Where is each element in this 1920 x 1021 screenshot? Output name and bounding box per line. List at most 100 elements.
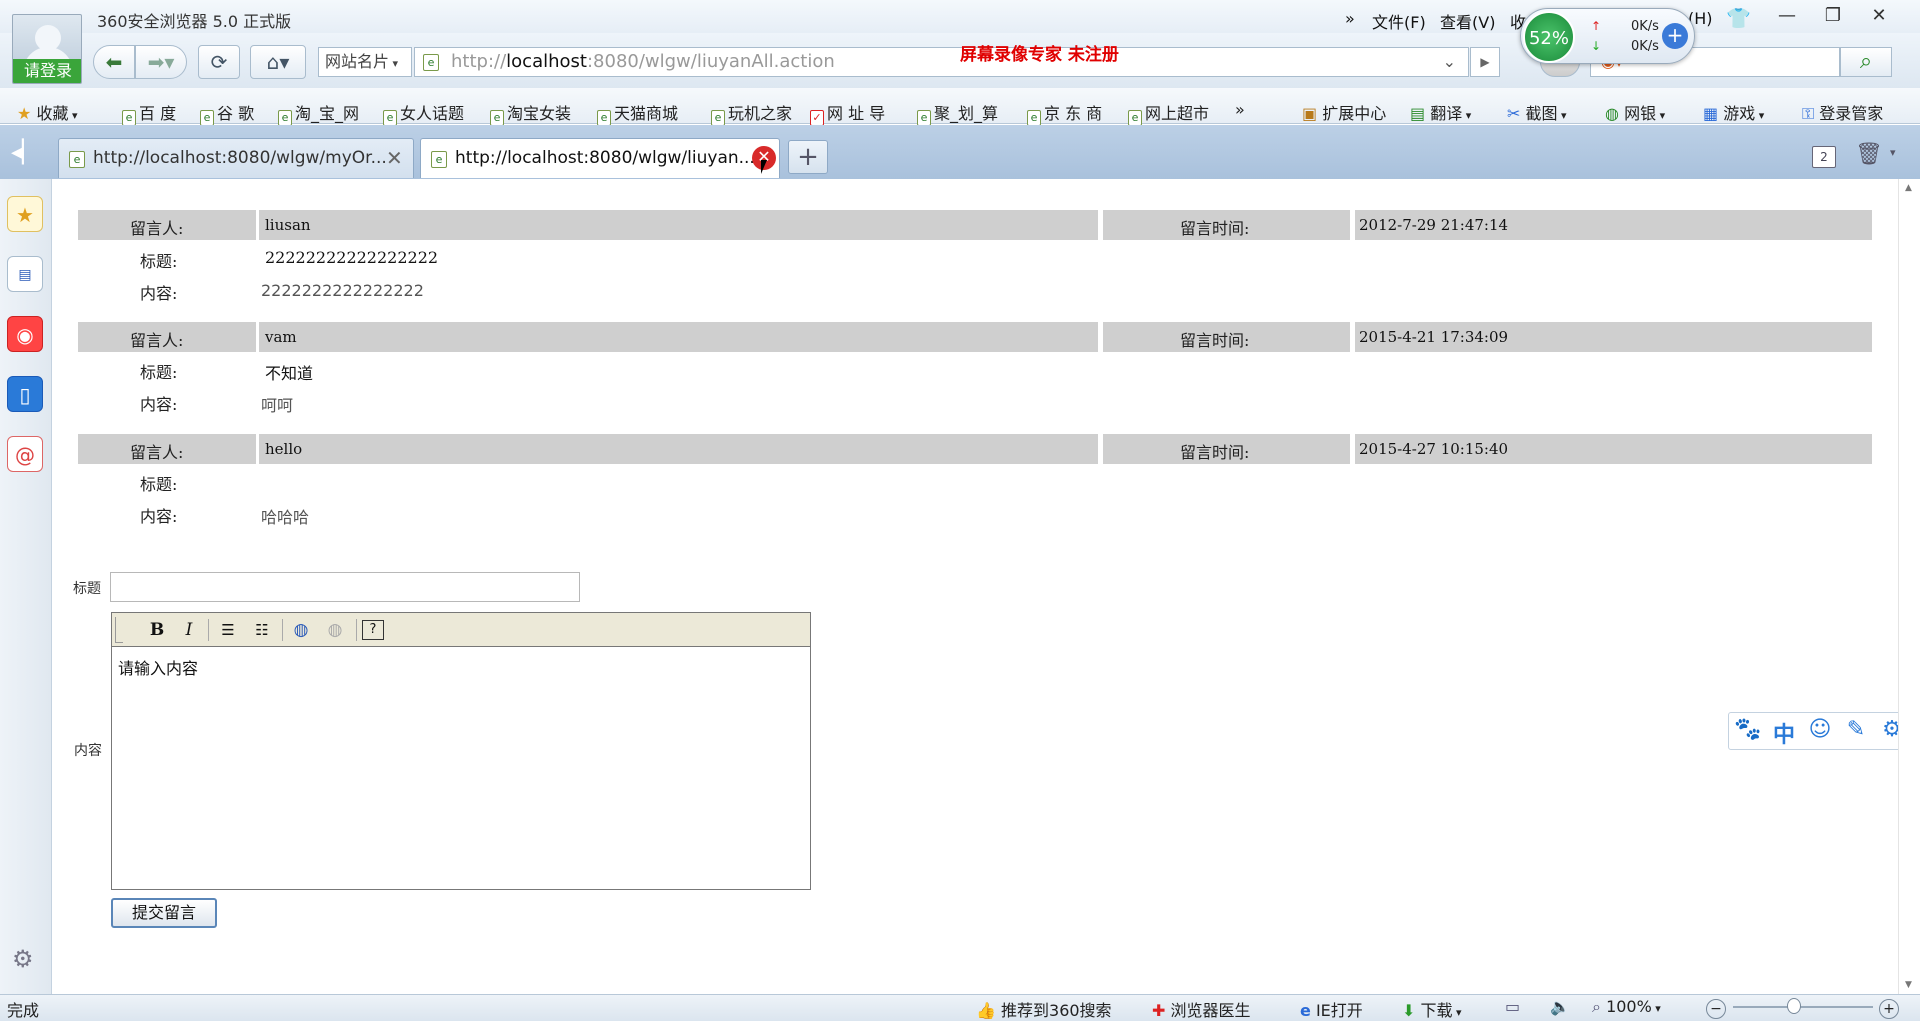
tab-title: http://localhost:8080/wlgw/myOr... [93, 148, 387, 168]
user-avatar[interactable]: 请登录 [12, 14, 82, 84]
site-card-dropdown[interactable]: 网站名片 ▾ [318, 47, 412, 77]
window-icon[interactable]: ▭ [1505, 997, 1520, 1016]
zoom-dropdown[interactable]: ⌕ 100% ▾ [1592, 997, 1661, 1017]
open-in-ie[interactable]: e IE打开 [1300, 997, 1363, 1021]
bulleted-list-icon[interactable]: ☷ [249, 618, 275, 642]
minimize-button[interactable]: — [1766, 3, 1808, 29]
bookmark-item[interactable]: e 聚_划_算 [917, 100, 998, 126]
tab-close-icon[interactable]: ✕ [386, 146, 403, 170]
download-arrow-icon: ↓ [1591, 39, 1602, 53]
mail-at-icon[interactable]: @ [7, 436, 43, 472]
play-forward-icon[interactable]: ▶ [1470, 47, 1500, 77]
new-tab-button[interactable]: + [788, 140, 828, 174]
menu-file[interactable]: 文件(F) [1372, 9, 1426, 33]
ie-page-icon: e [383, 110, 397, 126]
zoom-out-button[interactable]: − [1706, 999, 1726, 1019]
title-input[interactable] [110, 572, 580, 602]
forward-arrow-icon[interactable]: ➡▾ [135, 45, 187, 79]
bookmark-item[interactable]: e 玩机之家 [711, 100, 792, 126]
close-button[interactable]: ✕ [1858, 3, 1900, 29]
cell-divider [256, 210, 259, 240]
search-icon[interactable]: ⌕ [1840, 47, 1892, 77]
skin-shirt-icon[interactable]: 👕 [1726, 6, 1751, 30]
favorites-star-icon[interactable]: ★ [7, 196, 43, 232]
url-history-dropdown-icon[interactable]: ⌄ [1443, 48, 1456, 76]
weibo-icon[interactable]: ◉ [7, 316, 43, 352]
ime-chinese-toggle[interactable]: 中 [1769, 717, 1799, 749]
zoom-in-button[interactable]: + [1879, 999, 1899, 1019]
help-button[interactable]: ? [362, 620, 384, 640]
menu-more-icon[interactable]: » [1345, 9, 1355, 28]
chevron-down-icon: ▾ [1557, 109, 1567, 122]
mobile-icon[interactable]: ▯ [7, 376, 43, 412]
vertical-scrollbar[interactable]: ▲ ▼ [1898, 179, 1920, 994]
news-icon[interactable]: ▤ [7, 256, 43, 292]
open-in-ie-label: IE打开 [1315, 1001, 1363, 1020]
bold-button[interactable]: B [144, 618, 170, 642]
italic-button[interactable]: I [176, 618, 202, 642]
bookmark-item[interactable]: e 网上超市 [1128, 100, 1209, 126]
scroll-up-icon[interactable]: ▲ [1905, 183, 1912, 193]
tab-scroll-left-icon[interactable]: ◂▏ [8, 140, 42, 168]
content-label: 内容: [140, 507, 178, 526]
bookmark-item[interactable]: e京 东 商 [1027, 100, 1102, 126]
bookmark-item[interactable]: e百 度 [122, 100, 176, 126]
address-bar[interactable]: e http://localhost:8080/wlgw/liuyanAll.ac… [414, 47, 1469, 77]
cell-divider [1098, 322, 1103, 352]
downloads-button[interactable]: ⬇ 下载 ▾ [1402, 997, 1462, 1021]
bookmarks-more-icon[interactable]: » [1235, 100, 1245, 119]
memory-percent: 52% [1523, 11, 1575, 63]
cell-divider [1098, 210, 1103, 240]
speed-plus-icon[interactable]: + [1662, 23, 1688, 49]
url-host: localhost [506, 51, 587, 72]
extension-center-button[interactable]: ▣ 扩展中心 [1302, 100, 1386, 124]
games-button[interactable]: ▦ 游戏 ▾ [1703, 100, 1764, 124]
screenshot-button[interactable]: ✂ 截图 ▾ [1507, 100, 1567, 124]
menu-view[interactable]: 查看(V) [1440, 9, 1495, 33]
remove-link-icon[interactable]: ◍ [322, 618, 348, 642]
time-label: 留言时间: [1180, 219, 1250, 238]
paw-icon[interactable]: 🐾 [1733, 717, 1763, 742]
numbered-list-icon[interactable]: ☰ [215, 618, 241, 642]
refresh-icon[interactable]: ⟳ [198, 45, 240, 79]
pen-icon[interactable]: ✎ [1841, 717, 1871, 742]
bookmark-item[interactable]: e 淘宝女装 [490, 100, 571, 126]
submit-message-button[interactable]: 提交留言 [111, 898, 217, 928]
bookmark-item[interactable]: e 女人话题 [383, 100, 464, 126]
translate-button[interactable]: ▤ 翻译 ▾ [1410, 100, 1471, 124]
recommend-360-search[interactable]: 👍 推荐到360搜索 [976, 997, 1112, 1021]
insert-link-icon[interactable]: ◍ [288, 618, 314, 642]
trash-icon[interactable]: 🗑 [1855, 142, 1883, 167]
bookmark-item[interactable]: e 淘_宝_网 [278, 100, 359, 126]
back-arrow-icon[interactable]: ⬅ [93, 45, 135, 79]
settings-gear-icon[interactable]: ⚙ [12, 945, 34, 973]
tab-liuyan-all[interactable]: e http://localhost:8080/wlgw/liuyan... [420, 138, 780, 178]
restore-button[interactable]: ❐ [1812, 3, 1854, 29]
login-button[interactable]: 请登录 [13, 59, 81, 83]
login-manager-button[interactable]: ⚿ 登录管家 [1802, 100, 1883, 124]
author-label: 留言人: [130, 219, 184, 238]
bookmark-item[interactable]: e 天猫商城 [597, 100, 678, 126]
status-text: 完成 [7, 1001, 40, 1020]
upload-speed: 0K/s [1631, 19, 1659, 34]
browser-doctor[interactable]: ✚ 浏览器医生 [1152, 997, 1251, 1021]
content-editor[interactable]: B I ☰ ☷ ◍ ◍ ? 请输入内容 [111, 612, 811, 890]
bookmark-item[interactable]: ✓ 网 址 导 [810, 100, 885, 126]
emoji-icon[interactable]: ☺ [1805, 717, 1835, 742]
favorites-button[interactable]: ★ 收藏 ▾ [17, 100, 77, 124]
network-speed-widget[interactable]: 52% ↑ ↓ 0K/s 0K/s + [1520, 8, 1695, 64]
zoom-slider-track[interactable] [1733, 1006, 1873, 1008]
chevron-down-icon[interactable]: ▾ [1890, 146, 1896, 159]
tab-my-orders[interactable]: e http://localhost:8080/wlgw/myOr... [58, 138, 414, 178]
form-title-label: 标题 [73, 581, 101, 597]
toolbar-separator [208, 619, 209, 641]
scroll-down-icon[interactable]: ▼ [1905, 980, 1912, 990]
magnifier-icon: ⌕ [1592, 997, 1601, 1016]
bookmark-item[interactable]: e谷 歌 [200, 100, 254, 126]
speaker-icon[interactable]: 🔈 [1550, 997, 1570, 1016]
tab-count-icon[interactable]: 2 [1812, 146, 1836, 168]
zoom-slider-handle[interactable] [1787, 998, 1801, 1014]
window-title: 360安全浏览器 5.0 正式版 [97, 12, 292, 31]
online-banking-button[interactable]: ◍ 网银 ▾ [1605, 100, 1665, 124]
home-icon[interactable]: ⌂▾ [250, 45, 306, 79]
